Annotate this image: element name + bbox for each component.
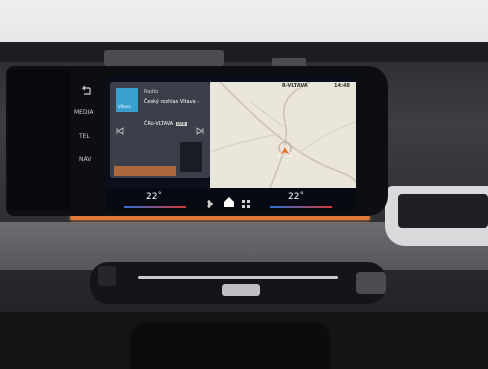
- media-widget[interactable]: Vltava Radio Český rozhlas Vltava - ČRo-…: [110, 82, 210, 178]
- left-temperature-unit: °: [158, 191, 162, 199]
- ambient-light-strip: [70, 216, 370, 220]
- vent-slider[interactable]: [222, 284, 260, 296]
- skip-previous-icon[interactable]: [116, 120, 124, 135]
- station-logo-text: Vltava: [118, 104, 131, 109]
- climate-bar: 22 ° 22 °: [106, 188, 356, 212]
- status-time: 14:48: [334, 83, 350, 89]
- right-temperature-unit: °: [300, 191, 304, 199]
- station-logo: Vltava: [116, 88, 138, 112]
- dab-badge: DAB: [176, 121, 187, 126]
- home-icon[interactable]: [223, 193, 235, 207]
- map-roads: [209, 81, 356, 189]
- apps-grid-icon[interactable]: [242, 194, 251, 208]
- back-icon[interactable]: [80, 82, 92, 95]
- status-radio-station: R-VLTAVA: [282, 83, 308, 89]
- instrument-cluster: [8, 70, 70, 210]
- side-button-tel[interactable]: TEL: [79, 134, 90, 140]
- right-air-vent-inner: [398, 194, 488, 228]
- vent-chrome-bar: [138, 276, 338, 279]
- storage-compartment: [130, 322, 330, 369]
- now-playing-text: Český rozhlas Vltava -: [144, 99, 200, 105]
- right-temp-bar: [270, 206, 332, 208]
- hazard-button[interactable]: [356, 272, 386, 294]
- car-interior-photo: MEDIA TEL NAV R-VLTAVA 14:48 Vltava Radi…: [0, 0, 488, 369]
- side-button-nav[interactable]: NAV: [79, 157, 91, 163]
- left-temp-bar: [124, 206, 186, 208]
- status-bar: R-VLTAVA 14:48: [210, 82, 356, 92]
- dashboard-top-strip: [0, 42, 488, 62]
- touchscreen[interactable]: R-VLTAVA 14:48 Vltava Radio Český rozhla…: [106, 76, 356, 212]
- center-air-vent: [90, 262, 386, 304]
- right-temperature[interactable]: 22: [288, 193, 299, 202]
- album-art-tile: [180, 142, 202, 172]
- station-name: ČRo-VLTAVA: [144, 121, 174, 127]
- media-source-label: Radio: [144, 89, 159, 95]
- fan-icon[interactable]: [204, 194, 214, 208]
- left-temperature[interactable]: 22: [146, 193, 157, 202]
- defrost-vent: [104, 50, 224, 66]
- skip-next-icon[interactable]: [196, 120, 204, 135]
- side-button-media[interactable]: MEDIA: [74, 110, 93, 116]
- vent-knob-left[interactable]: [98, 266, 116, 286]
- navigation-map[interactable]: [209, 81, 356, 189]
- side-button-column: MEDIA TEL NAV: [70, 74, 100, 214]
- media-progress-highlight: [114, 166, 176, 176]
- navigation-arrow-icon: [277, 142, 293, 157]
